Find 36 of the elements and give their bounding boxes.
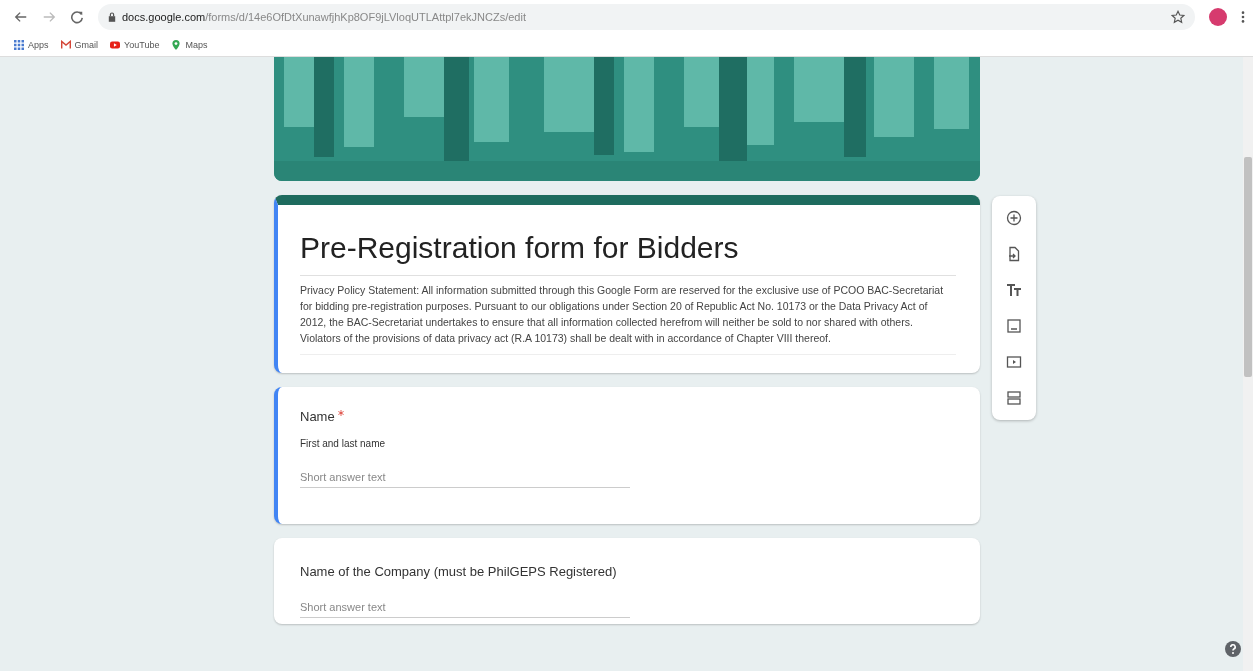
image-icon[interactable] — [1006, 318, 1022, 334]
lock-icon — [108, 12, 116, 22]
profile-avatar[interactable] — [1209, 8, 1227, 26]
back-arrow-icon[interactable] — [14, 10, 28, 24]
grid-icon — [14, 40, 24, 50]
map-pin-icon — [171, 40, 182, 50]
help-icon[interactable] — [1225, 641, 1241, 657]
question-card[interactable]: Name First and last name Short answer text — [274, 387, 980, 524]
star-icon[interactable] — [1171, 10, 1185, 24]
form-title[interactable]: Pre-Registration form for Bidders — [300, 231, 956, 276]
import-file-icon[interactable] — [1006, 246, 1022, 262]
required-asterisk-icon — [337, 410, 344, 416]
bookmark-link[interactable]: Gmail — [60, 40, 99, 50]
address-host: docs.google.com — [122, 11, 206, 23]
address-path: /forms/d/14e6OfDtXunawfjhKp8OF9jLVloqUTLAttpl7ekJNCZs/edit — [205, 11, 526, 23]
question-title[interactable]: Name of the Company (must be PhilGEPS Registered) — [300, 564, 617, 579]
bookmark-link[interactable]: YouTube — [110, 40, 160, 50]
answer-field[interactable]: Short answer text — [300, 597, 630, 618]
section-icon[interactable] — [1006, 390, 1022, 406]
question-card[interactable]: Name of the Company (must be PhilGEPS Registered) Short answer text — [274, 538, 980, 624]
envelope-m-icon — [60, 40, 71, 50]
question-description[interactable]: First and last name — [300, 438, 956, 449]
reload-icon[interactable] — [70, 10, 84, 24]
video-icon[interactable] — [1006, 354, 1022, 370]
play-icon — [110, 40, 121, 50]
bookmark-link[interactable]: Apps — [14, 40, 49, 50]
question-title[interactable]: Name — [300, 409, 335, 424]
form-description[interactable]: Privacy Policy Statement: All information submitted through this Google Form are reserved for the exclusive use of PCOO BAC-Secretariat for bidding pre-registration purposes. Pursuant to our obligations under Section 20 of Republic Act No. 10173 or the Data Privacy Act of 2012, the BAC-Secretariat undertakes to ensure that all information collected herefrom will neither be sold to nor shared with others. Violators of the provisions of data privacy act (R.A 10173) shall be dealt with in accordance of Chapter VIII thereof. — [300, 282, 956, 355]
text-size-icon[interactable] — [1006, 282, 1022, 298]
answer-field[interactable]: Short answer text — [300, 467, 630, 488]
more-menu-icon[interactable] — [1241, 10, 1245, 24]
bookmark-link[interactable]: Maps — [171, 40, 208, 50]
form-title-card[interactable] — [274, 195, 980, 373]
scrollbar[interactable] — [1243, 57, 1253, 671]
address-bar[interactable]: docs.google.com/forms/d/14e6OfDtXunawfjhKp8OF9jLVloqUTLAttpl7ekJNCZs/edit — [98, 4, 1195, 30]
add-circle-icon[interactable] — [1006, 210, 1022, 226]
